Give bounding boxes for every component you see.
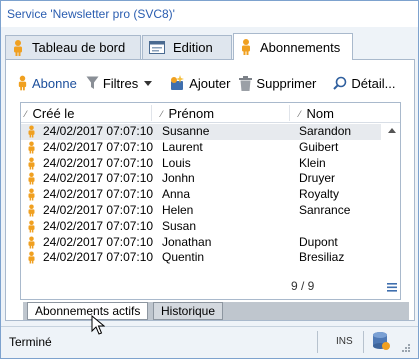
menu-icon[interactable] bbox=[387, 281, 397, 295]
column-created[interactable]: ⁄ Créé le bbox=[25, 106, 74, 121]
cell-created: 24/02/2017 07:07:10 bbox=[43, 202, 154, 217]
subtab-bar: Abonnements actifs Historique bbox=[23, 302, 409, 320]
mouse-cursor-icon bbox=[91, 314, 106, 338]
trash-icon bbox=[239, 75, 253, 91]
cell-created: 24/02/2017 07:07:10 bbox=[43, 250, 154, 265]
column-lastname[interactable]: ⁄ Nom bbox=[299, 106, 334, 121]
subscriptions-button[interactable]: Abonne bbox=[17, 75, 77, 91]
column-firstname[interactable]: ⁄ Prénom bbox=[161, 106, 214, 121]
status-separator bbox=[363, 331, 364, 353]
detail-button-label: Détail... bbox=[351, 75, 396, 91]
subscriptions-button-label: Abonne bbox=[32, 75, 77, 91]
vertical-scrollbar[interactable] bbox=[384, 124, 400, 299]
person-icon bbox=[12, 39, 24, 56]
tab-edition-label: Edition bbox=[173, 40, 213, 55]
cell-firstname: Laurent bbox=[162, 139, 203, 154]
cell-lastname: Bresiliaz bbox=[299, 250, 345, 265]
pager: 9 / 9 bbox=[291, 279, 315, 293]
chevron-down-icon[interactable] bbox=[144, 80, 153, 86]
resize-grip-icon[interactable] bbox=[399, 343, 411, 358]
cell-lastname: Druyer bbox=[299, 171, 336, 186]
column-separator[interactable] bbox=[151, 105, 152, 121]
insert-mode-indicator: INS bbox=[336, 336, 353, 347]
tab-dashboard-label: Tableau de bord bbox=[32, 40, 126, 55]
tab-subscriptions-label: Abonnements bbox=[260, 39, 341, 55]
cell-firstname: Anna bbox=[162, 187, 191, 202]
table-row[interactable]: 24/02/2017 07:07:10 Anna Royalty bbox=[21, 187, 381, 203]
cell-created: 24/02/2017 07:07:10 bbox=[43, 171, 154, 186]
cell-firstname: Jonathan bbox=[162, 234, 212, 249]
sort-icon: ⁄ bbox=[299, 108, 301, 119]
cell-firstname: Jonhn bbox=[162, 171, 195, 186]
column-created-label: Créé le bbox=[32, 106, 75, 121]
person-icon bbox=[27, 251, 36, 269]
database-icon[interactable] bbox=[371, 331, 391, 354]
cell-firstname: Helen bbox=[162, 202, 194, 217]
table-row[interactable]: 24/02/2017 07:07:10 Louis Klein bbox=[21, 156, 381, 172]
status-text: Terminé bbox=[9, 335, 52, 349]
delete-button-label: Supprimer bbox=[256, 75, 317, 91]
filters-button[interactable]: Filtres bbox=[86, 75, 153, 91]
table-row[interactable]: 24/02/2017 07:07:10 Quentin Bresiliaz bbox=[21, 250, 381, 266]
cell-lastname: Guibert bbox=[299, 139, 339, 154]
table-row[interactable]: 24/02/2017 07:07:10 Susan bbox=[21, 219, 381, 235]
column-separator[interactable] bbox=[289, 105, 290, 121]
tab-edition[interactable]: Edition bbox=[142, 35, 232, 59]
cell-firstname: Louis bbox=[162, 155, 191, 170]
toolbar: Abonne Filtres Ajouter Supprimer Détail.… bbox=[17, 68, 395, 98]
cell-created: 24/02/2017 07:07:10 bbox=[43, 187, 154, 202]
add-icon bbox=[169, 75, 185, 91]
cell-firstname: Susanne bbox=[162, 124, 210, 138]
cell-firstname: Quentin bbox=[162, 250, 205, 265]
cell-lastname: Royalty bbox=[299, 187, 340, 202]
status-separator bbox=[317, 331, 318, 353]
cell-lastname: Klein bbox=[299, 155, 326, 170]
tab-dashboard[interactable]: Tableau de bord bbox=[5, 35, 141, 59]
filter-icon bbox=[86, 76, 99, 90]
subtab-history[interactable]: Historique bbox=[153, 302, 224, 320]
table-body: 24/02/2017 07:07:10 Susanne Sarandon 24/02/… bbox=[21, 124, 381, 266]
cell-created: 24/02/2017 07:07:10 bbox=[43, 139, 154, 154]
column-firstname-label: Prénom bbox=[168, 106, 215, 121]
window-title: Service 'Newsletter pro (SVC8)' bbox=[1, 1, 418, 27]
table-row[interactable]: 24/02/2017 07:07:10 Laurent Guibert bbox=[21, 140, 381, 156]
table-header: ⁄ Créé le ⁄ Prénom ⁄ Nom bbox=[21, 103, 400, 123]
cell-created: 24/02/2017 07:07:10 bbox=[43, 218, 154, 233]
service-window: Service 'Newsletter pro (SVC8)' Tableau … bbox=[0, 0, 419, 359]
cell-created: 24/02/2017 07:07:10 bbox=[43, 155, 154, 170]
subtab-active-subscriptions[interactable]: Abonnements actifs bbox=[27, 302, 149, 320]
sort-icon: ⁄ bbox=[25, 108, 27, 119]
form-icon bbox=[149, 41, 165, 54]
add-button[interactable]: Ajouter bbox=[169, 75, 230, 91]
table-row[interactable]: 24/02/2017 07:07:10 Jonathan Dupont bbox=[21, 235, 381, 251]
subscriptions-table: ⁄ Créé le ⁄ Prénom ⁄ Nom 24/02/2017 07:0… bbox=[20, 102, 401, 300]
table-row[interactable]: 24/02/2017 07:07:10 Jonhn Druyer bbox=[21, 171, 381, 187]
tab-bar: Tableau de bord Edition Abonnements bbox=[5, 33, 415, 60]
scroll-up-icon[interactable] bbox=[388, 128, 396, 133]
tab-subscriptions[interactable]: Abonnements bbox=[233, 33, 353, 60]
cell-created: 24/02/2017 07:07:10 bbox=[43, 124, 154, 138]
detail-button[interactable]: Détail... bbox=[333, 76, 395, 91]
column-lastname-label: Nom bbox=[306, 106, 334, 121]
cell-lastname: Sarandon bbox=[299, 124, 352, 138]
status-bar: Terminé INS bbox=[1, 326, 418, 358]
table-row[interactable]: 24/02/2017 07:07:10 Helen Sanrance bbox=[21, 203, 381, 219]
person-icon bbox=[17, 75, 28, 91]
search-icon bbox=[333, 76, 347, 90]
sort-icon: ⁄ bbox=[161, 108, 163, 119]
add-button-label: Ajouter bbox=[189, 75, 231, 91]
delete-button[interactable]: Supprimer bbox=[239, 75, 317, 91]
cell-created: 24/02/2017 07:07:10 bbox=[43, 234, 154, 249]
cell-lastname: Dupont bbox=[299, 234, 338, 249]
cell-firstname: Susan bbox=[162, 218, 197, 233]
cell-lastname: Sanrance bbox=[299, 202, 351, 217]
table-row[interactable]: 24/02/2017 07:07:10 Susanne Sarandon bbox=[21, 124, 381, 140]
filters-button-label: Filtres bbox=[102, 75, 139, 91]
person-icon bbox=[240, 39, 252, 55]
